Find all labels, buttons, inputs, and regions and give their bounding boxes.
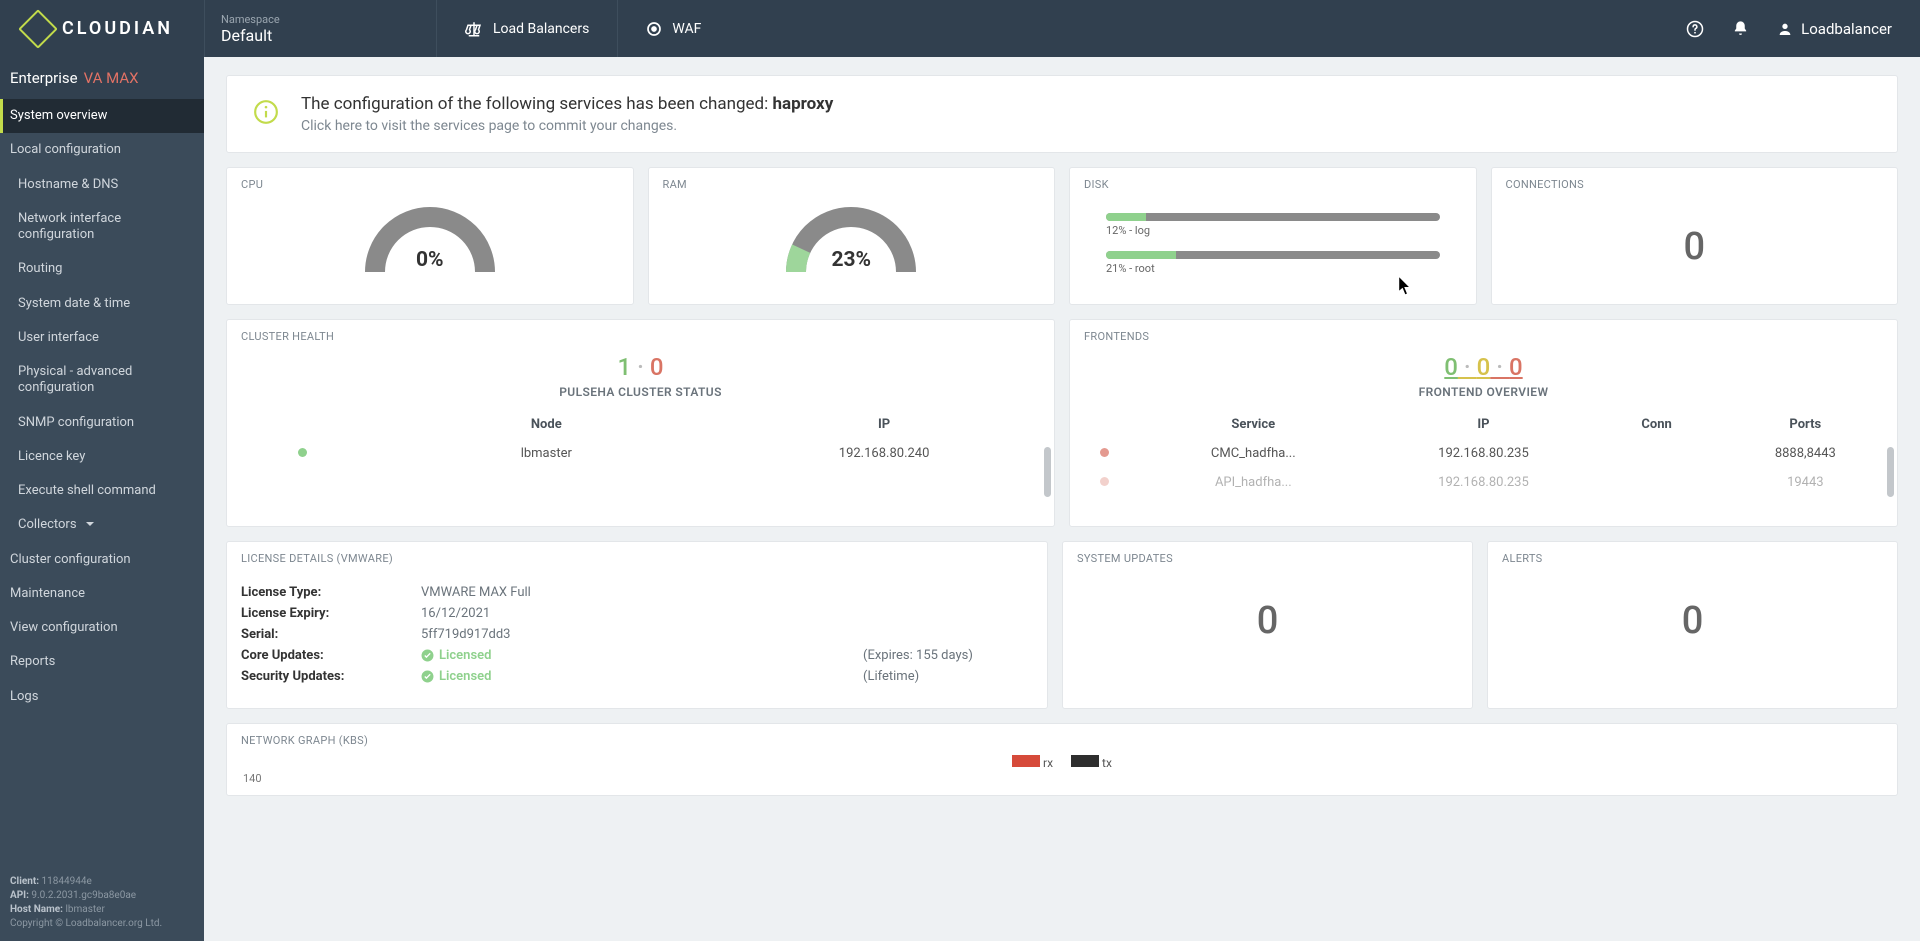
card-connections: CONNECTIONS 0 bbox=[1491, 167, 1899, 305]
chevron-down-icon bbox=[86, 522, 94, 530]
licensed-badge: Licensed bbox=[421, 648, 863, 663]
table-row[interactable]: API_hadfha...192.168.80.23519443 bbox=[1072, 469, 1895, 496]
table-row[interactable]: CMC_hadfha...192.168.80.2358888,8443 bbox=[1072, 440, 1895, 467]
sidebar-item-physical-advanced[interactable]: Physical - advanced configuration bbox=[0, 355, 204, 406]
card-license: LICENSE DETAILS (VMWARE) License Type:VM… bbox=[226, 541, 1048, 709]
tab-lb-label: Load Balancers bbox=[493, 21, 589, 37]
product-enterprise: Enterprise bbox=[10, 69, 78, 87]
licensed-badge: Licensed bbox=[421, 669, 863, 684]
sidebar-item-label: Collectors bbox=[18, 517, 77, 532]
sidebar-item-hostname-dns[interactable]: Hostname & DNS bbox=[0, 168, 204, 202]
sidebar: Enterprise VA MAX System overview Local … bbox=[0, 57, 204, 941]
card-network-graph: NETWORK GRAPH (KBS) rx tx 140 bbox=[226, 723, 1898, 796]
user-icon bbox=[1777, 21, 1793, 37]
product-line: Enterprise VA MAX bbox=[0, 57, 204, 99]
sidebar-item-system-overview[interactable]: System overview bbox=[0, 99, 204, 133]
sidebar-item-cluster-config[interactable]: Cluster configuration bbox=[0, 543, 204, 577]
card-ram: RAM 23% bbox=[648, 167, 1056, 305]
sidebar-item-shell-command[interactable]: Execute shell command bbox=[0, 474, 204, 508]
sidebar-item-view-config[interactable]: View configuration bbox=[0, 611, 204, 645]
card-alerts: ALERTS 0 bbox=[1487, 541, 1898, 709]
status-up-icon bbox=[298, 448, 307, 457]
sidebar-item-logs[interactable]: Logs bbox=[0, 680, 204, 714]
main-content: The configuration of the following servi… bbox=[204, 57, 1920, 941]
scrollbar[interactable] bbox=[1887, 447, 1894, 497]
tab-load-balancers[interactable]: Load Balancers bbox=[436, 0, 617, 57]
bell-icon[interactable] bbox=[1732, 20, 1749, 37]
sidebar-footer: Client: 11844944e API: 9.0.2.2031.gc9ba8… bbox=[0, 865, 204, 941]
brand-text: CLOUDIAN bbox=[62, 18, 173, 39]
tab-waf[interactable]: WAF bbox=[617, 0, 729, 57]
sidebar-item-collectors[interactable]: Collectors bbox=[0, 508, 204, 542]
namespace-label: Namespace bbox=[221, 13, 420, 26]
card-system-updates: SYSTEM UPDATES 0 bbox=[1062, 541, 1473, 709]
scrollbar[interactable] bbox=[1044, 447, 1051, 497]
logo-icon bbox=[24, 15, 52, 43]
sidebar-item-snmp[interactable]: SNMP configuration bbox=[0, 406, 204, 440]
config-changed-notice[interactable]: The configuration of the following servi… bbox=[226, 75, 1898, 153]
top-right: Loadbalancer bbox=[1686, 0, 1920, 57]
card-frontends: FRONTENDS 000 FRONTEND OVERVIEW ServiceI… bbox=[1069, 319, 1898, 527]
sidebar-item-licence-key[interactable]: Licence key bbox=[0, 440, 204, 474]
status-down-icon bbox=[1100, 477, 1109, 486]
sidebar-item-reports[interactable]: Reports bbox=[0, 645, 204, 679]
card-cpu: CPU 0% bbox=[226, 167, 634, 305]
user-label: Loadbalancer bbox=[1801, 20, 1892, 38]
sidebar-nav: System overview Local configuration Host… bbox=[0, 99, 204, 865]
sidebar-item-nic-config[interactable]: Network interface configuration bbox=[0, 202, 204, 253]
info-icon bbox=[253, 99, 279, 129]
sidebar-item-date-time[interactable]: System date & time bbox=[0, 287, 204, 321]
status-down-icon bbox=[1100, 448, 1109, 457]
sidebar-item-user-interface[interactable]: User interface bbox=[0, 321, 204, 355]
sidebar-item-routing[interactable]: Routing bbox=[0, 252, 204, 286]
notice-text: The configuration of the following servi… bbox=[301, 94, 833, 134]
chart-legend: rx tx bbox=[227, 751, 1897, 772]
tab-waf-label: WAF bbox=[672, 21, 701, 37]
help-icon[interactable] bbox=[1686, 20, 1704, 38]
sidebar-item-maintenance[interactable]: Maintenance bbox=[0, 577, 204, 611]
waf-icon bbox=[646, 21, 662, 37]
top-bar: CLOUDIAN Namespace Default Load Balancer… bbox=[0, 0, 1920, 57]
scales-icon bbox=[465, 20, 483, 38]
card-cluster-health: CLUSTER HEALTH 10 PULSEHA CLUSTER STATUS… bbox=[226, 319, 1055, 527]
sidebar-item-local-configuration[interactable]: Local configuration bbox=[0, 133, 204, 167]
card-disk: DISK 12% - log 21% - root bbox=[1069, 167, 1477, 305]
namespace-value: Default bbox=[221, 26, 420, 45]
table-row[interactable]: lbmaster192.168.80.240 bbox=[229, 440, 1052, 467]
namespace-selector[interactable]: Namespace Default bbox=[204, 0, 436, 57]
user-menu[interactable]: Loadbalancer bbox=[1777, 20, 1892, 38]
brand[interactable]: CLOUDIAN bbox=[0, 0, 204, 57]
product-variant: VA MAX bbox=[84, 69, 139, 87]
